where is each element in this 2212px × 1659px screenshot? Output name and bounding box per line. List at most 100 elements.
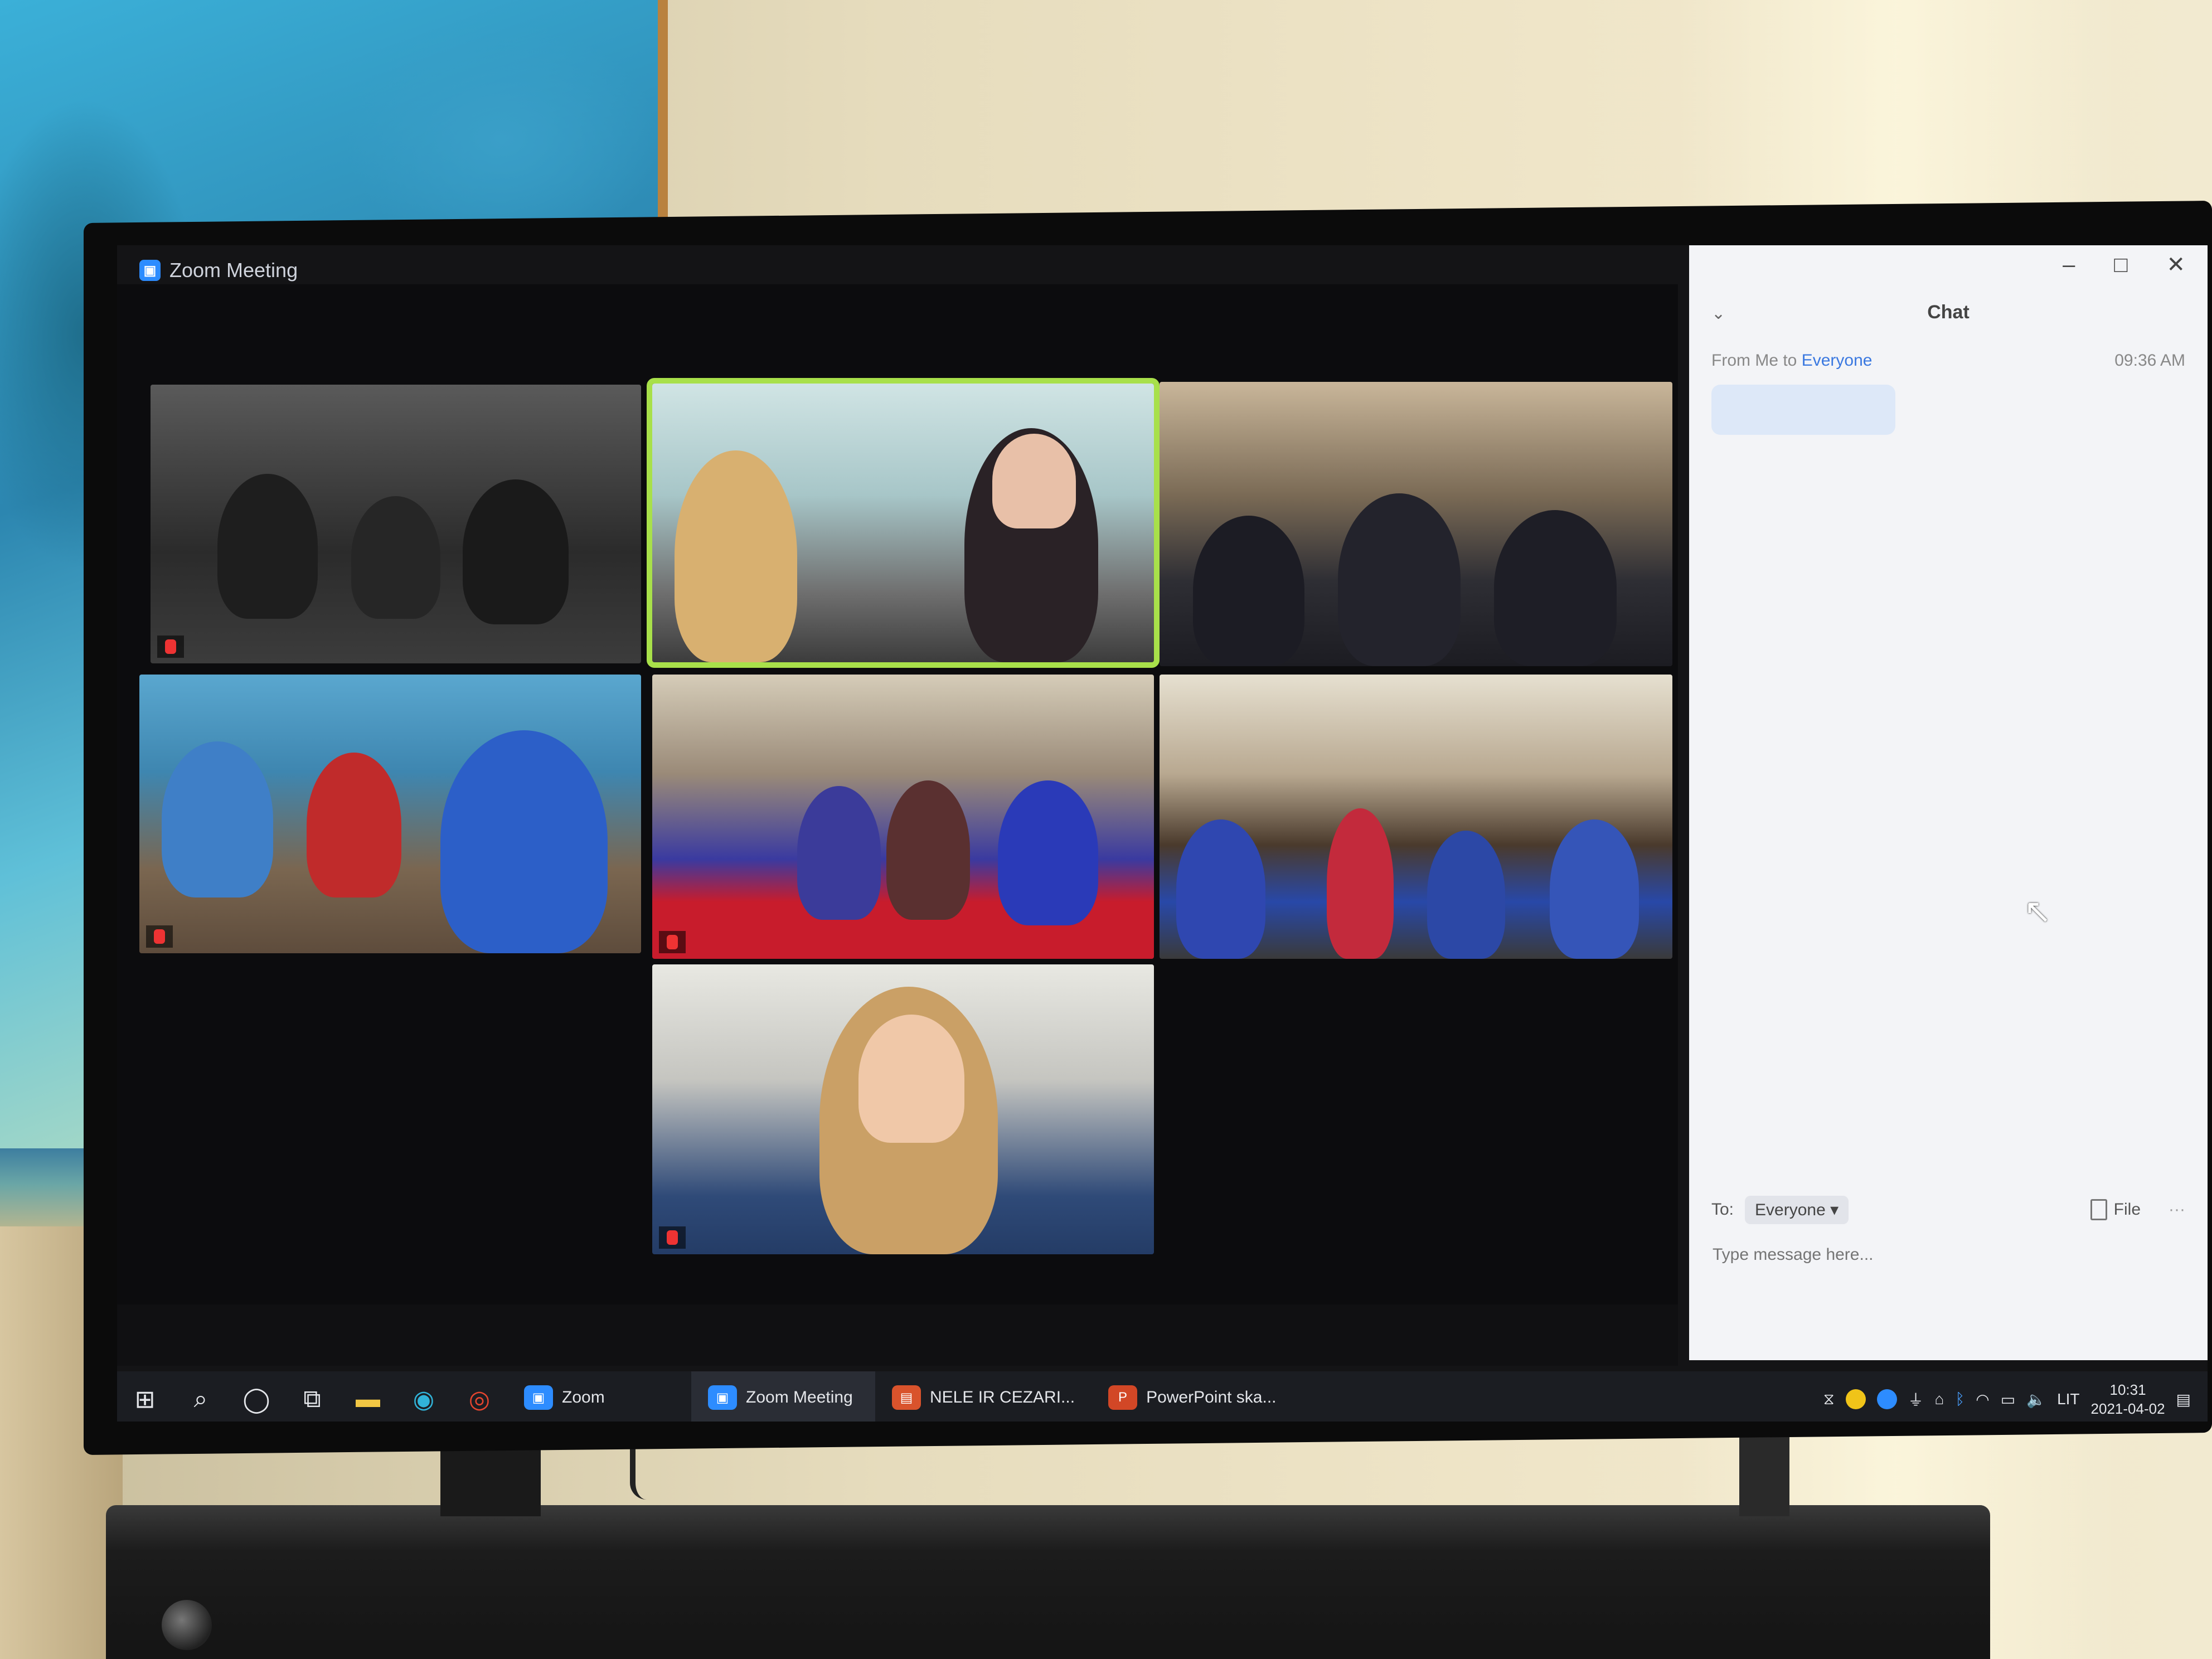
taskbar-app-label: Zoom (562, 1388, 605, 1406)
mic-muted-icon (667, 1230, 678, 1245)
tile-nameplate (157, 636, 184, 658)
windows-taskbar: ⊞ ⌕ ◯ ⧉ ▬ ◉ ◎ ▣ Zoom ▣ Zoom Meeting ▤ NE… (117, 1371, 2208, 1422)
video-tile-active-speaker[interactable] (647, 378, 1160, 668)
recipient-dropdown[interactable]: Everyone ▾ (1745, 1195, 1849, 1224)
chevron-down-icon: ▾ (1830, 1200, 1839, 1219)
taskbar-app-zoom[interactable]: ▣ Zoom (507, 1371, 691, 1422)
maximize-icon[interactable]: □ (2114, 253, 2127, 278)
chat-message-sender: From Me to Everyone (1711, 351, 1872, 370)
system-tray: ⧖ ⏚ ⌂ ᛒ ◠ ▭ 🔈 LIT 10:31 2021-04-02 ▤ (1823, 1380, 2208, 1418)
mic-muted-icon (165, 639, 176, 654)
chat-message-input[interactable] (1711, 1238, 2187, 1272)
participant-face (858, 1015, 964, 1143)
participant-silhouette (1176, 819, 1265, 959)
mic-muted-icon (154, 929, 165, 944)
zoom-tray-icon[interactable] (1876, 1389, 1897, 1409)
zoom-app-icon: ▣ (708, 1385, 737, 1410)
participant-silhouette (1427, 831, 1505, 959)
taskbar-app-label: Zoom Meeting (746, 1388, 853, 1406)
tile-nameplate (146, 925, 173, 948)
video-tile-6[interactable] (1160, 675, 1672, 959)
tile-nameplate (659, 931, 686, 953)
file-explorer-icon[interactable]: ▬ (340, 1371, 396, 1422)
chat-title: Chat (1927, 301, 1970, 323)
taskbar-app-label: NELE IR CEZARI... (930, 1388, 1075, 1406)
participant-silhouette (675, 450, 797, 662)
chat-window-controls: – □ ✕ (1689, 245, 2208, 284)
to-label: To: (1711, 1200, 1734, 1219)
recipient-value: Everyone (1755, 1200, 1826, 1219)
zoom-app-icon: ▣ (524, 1385, 553, 1410)
chat-message-bubble (1711, 385, 1895, 435)
network-icon[interactable]: ⌂ (1935, 1390, 1944, 1408)
participant-silhouette (1193, 516, 1304, 666)
tv-cabinet (106, 1505, 1990, 1659)
taskbar-app-zoom-meeting[interactable]: ▣ Zoom Meeting (691, 1371, 875, 1422)
window-titlebar: ▣ Zoom Meeting (139, 256, 1812, 284)
mouse-cursor-icon: ↖ (2024, 892, 2052, 930)
zoom-logo-icon: ▣ (139, 260, 161, 281)
more-icon[interactable]: ··· (2169, 1200, 2185, 1219)
powerpoint-icon: P (1108, 1385, 1138, 1410)
video-gallery (117, 284, 1678, 1360)
video-tile-5[interactable] (652, 675, 1154, 959)
window-title: Zoom Meeting (169, 259, 298, 282)
edge-browser-icon[interactable]: ◉ (396, 1371, 452, 1422)
power-cable (630, 1444, 658, 1500)
tray-app-icon[interactable] (1845, 1389, 1866, 1409)
cortana-icon[interactable]: ◯ (229, 1371, 284, 1422)
participant-silhouette (1550, 819, 1639, 959)
participant-silhouette (1327, 808, 1394, 959)
chrome-browser-icon[interactable]: ◎ (452, 1371, 507, 1422)
windows-start-icon[interactable]: ⊞ (117, 1371, 173, 1422)
monitor-screen: ▣ Zoom Meeting – □ ✕ ⌄ Chat From Me to E… (117, 245, 2208, 1422)
taskbar-app-document[interactable]: ▤ NELE IR CEZARI... (875, 1371, 1092, 1422)
video-tile-7[interactable] (652, 964, 1154, 1254)
chat-panel: – □ ✕ ⌄ Chat From Me to Everyone 09:36 A… (1689, 245, 2208, 1360)
cabinet-knob (162, 1600, 212, 1650)
battery-icon[interactable]: ▭ (2001, 1390, 2015, 1409)
notifications-icon[interactable]: ▤ (2176, 1390, 2191, 1409)
chat-message-meta: From Me to Everyone 09:36 AM (1711, 351, 2185, 370)
minimize-icon[interactable]: – (2063, 253, 2075, 278)
close-icon[interactable]: ✕ (2166, 252, 2185, 278)
language-indicator[interactable]: LIT (2057, 1390, 2079, 1408)
participant-face (992, 434, 1076, 528)
participant-silhouette (351, 496, 440, 619)
search-icon[interactable]: ⌕ (173, 1371, 229, 1422)
tile-nameplate (659, 1226, 686, 1249)
participant-silhouette (440, 730, 608, 953)
participant-silhouette (463, 479, 569, 624)
chat-recipient-row: To: Everyone ▾ File ··· (1711, 1193, 2185, 1226)
clock-time: 10:31 (2109, 1381, 2146, 1398)
chat-from-label: From Me to (1711, 351, 1797, 370)
participant-silhouette (1338, 493, 1461, 666)
usb-icon[interactable]: ⏚ (1908, 1388, 1924, 1410)
monitor-stand-right (1739, 1427, 1789, 1516)
bluetooth-icon[interactable]: ᛒ (1955, 1390, 1964, 1408)
participant-silhouette (797, 786, 881, 920)
taskbar-clock[interactable]: 10:31 2021-04-02 (2091, 1380, 2165, 1418)
task-view-icon[interactable]: ⧉ (284, 1371, 340, 1422)
volume-icon[interactable]: 🔈 (2026, 1390, 2046, 1409)
file-label: File (2113, 1200, 2141, 1219)
participant-silhouette (217, 474, 318, 619)
tray-icon[interactable]: ⧖ (1823, 1390, 1835, 1409)
wifi-icon[interactable]: ◠ (1976, 1390, 1989, 1409)
file-button[interactable]: File (2090, 1199, 2141, 1220)
document-app-icon: ▤ (892, 1385, 921, 1410)
file-icon (2090, 1199, 2107, 1220)
participant-silhouette (307, 753, 401, 898)
clock-date: 2021-04-02 (2090, 1400, 2165, 1417)
mic-muted-icon (667, 935, 678, 949)
chat-recipient-link[interactable]: Everyone (1802, 351, 1873, 370)
chat-message-time: 09:36 AM (2114, 351, 2185, 370)
taskbar-app-label: PowerPoint ska... (1146, 1388, 1277, 1406)
meeting-toolbar (117, 1304, 1678, 1366)
video-tile-3[interactable] (1160, 382, 1672, 666)
video-tile-1[interactable] (151, 385, 641, 663)
participant-silhouette (162, 741, 273, 898)
participant-silhouette (1494, 510, 1617, 666)
video-tile-4[interactable] (139, 675, 641, 953)
taskbar-app-powerpoint[interactable]: P PowerPoint ska... (1092, 1371, 1293, 1422)
